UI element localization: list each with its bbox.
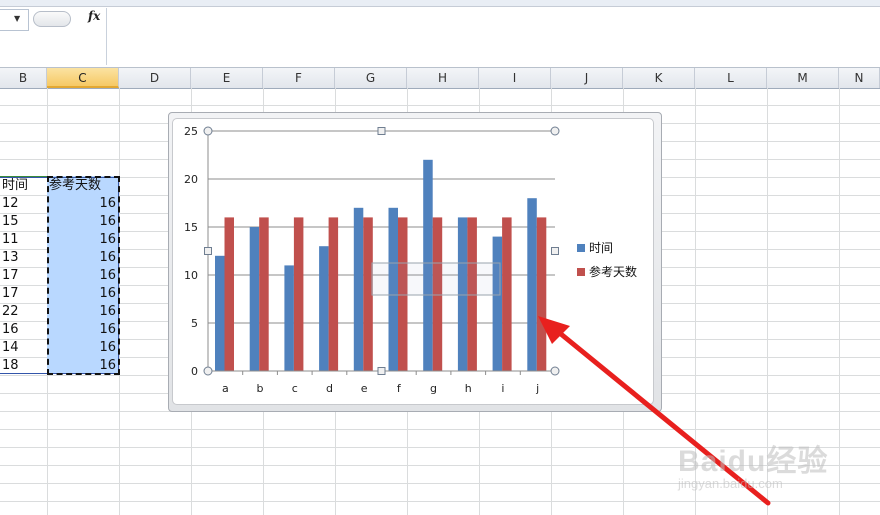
bar-time[interactable] bbox=[249, 227, 260, 371]
column-header-c[interactable]: C bbox=[47, 68, 119, 88]
bar-reference-days[interactable] bbox=[328, 217, 339, 371]
x-tick-label: d bbox=[326, 382, 333, 395]
resize-handle[interactable] bbox=[377, 367, 386, 375]
formula-expand-handle[interactable] bbox=[33, 11, 71, 27]
resize-handle[interactable] bbox=[204, 247, 212, 255]
copy-marquee bbox=[47, 176, 120, 375]
formula-input[interactable] bbox=[108, 8, 880, 65]
grid-row-line bbox=[0, 105, 880, 106]
drag-outline bbox=[371, 262, 501, 296]
legend-label: 参考天数 bbox=[589, 264, 637, 279]
column-header-n[interactable]: N bbox=[839, 68, 880, 88]
column-header-l[interactable]: L bbox=[695, 68, 767, 88]
column-header-b[interactable]: B bbox=[0, 68, 47, 88]
name-box-dropdown-icon[interactable]: ▼ bbox=[14, 14, 20, 23]
column-header-k[interactable]: K bbox=[623, 68, 695, 88]
resize-handle[interactable] bbox=[203, 366, 213, 376]
column-header-j[interactable]: J bbox=[551, 68, 623, 88]
x-tick-label: a bbox=[222, 382, 229, 395]
y-tick-label: 5 bbox=[191, 317, 198, 330]
resize-handle[interactable] bbox=[377, 127, 386, 135]
column-header-h[interactable]: H bbox=[407, 68, 479, 88]
x-tick-label: g bbox=[430, 382, 437, 395]
bar-reference-days[interactable] bbox=[502, 217, 512, 371]
legend-swatch bbox=[577, 268, 585, 276]
insert-function-icon[interactable]: fx bbox=[88, 9, 100, 23]
resize-handle[interactable] bbox=[203, 126, 213, 136]
x-tick-label: e bbox=[361, 382, 368, 395]
resize-handle[interactable] bbox=[551, 247, 559, 255]
bar-time[interactable] bbox=[284, 265, 294, 371]
bar-time[interactable] bbox=[492, 236, 503, 371]
bar-reference-days[interactable] bbox=[363, 217, 373, 371]
grid-column-line bbox=[839, 88, 840, 515]
column-header-i[interactable]: I bbox=[479, 68, 551, 88]
x-tick-label: h bbox=[465, 382, 472, 395]
x-tick-label: f bbox=[397, 382, 402, 395]
y-tick-label: 10 bbox=[184, 269, 198, 282]
bar-reference-days[interactable] bbox=[259, 217, 269, 371]
y-tick-label: 20 bbox=[184, 173, 198, 186]
column-header-g[interactable]: G bbox=[335, 68, 407, 88]
ribbon-edge bbox=[0, 0, 880, 7]
x-tick-label: b bbox=[257, 382, 264, 395]
column-header-m[interactable]: M bbox=[767, 68, 839, 88]
y-tick-label: 0 bbox=[191, 365, 198, 378]
watermark: Baidu经验 jingyan.baidu.com bbox=[678, 436, 838, 496]
column-header-row: B C D E F G H I J K L M N bbox=[0, 67, 880, 89]
x-tick-label: c bbox=[292, 382, 298, 395]
column-header-d[interactable]: D bbox=[119, 68, 191, 88]
y-tick-label: 25 bbox=[184, 125, 198, 138]
watermark-url: jingyan.baidu.com bbox=[678, 476, 783, 491]
bar-time[interactable] bbox=[319, 246, 329, 371]
column-header-e[interactable]: E bbox=[191, 68, 263, 88]
legend-swatch bbox=[577, 244, 585, 252]
bar-reference-days[interactable] bbox=[224, 217, 235, 371]
resize-handle[interactable] bbox=[550, 126, 560, 136]
column-header-f[interactable]: F bbox=[263, 68, 335, 88]
watermark-logo: Baidu经验 bbox=[678, 445, 829, 478]
bar-time[interactable] bbox=[215, 255, 225, 371]
bar-reference-days[interactable] bbox=[293, 217, 304, 371]
y-tick-label: 15 bbox=[184, 221, 198, 234]
legend-label: 时间 bbox=[589, 241, 613, 255]
x-tick-label: i bbox=[501, 382, 504, 395]
bar-time[interactable] bbox=[353, 207, 364, 371]
